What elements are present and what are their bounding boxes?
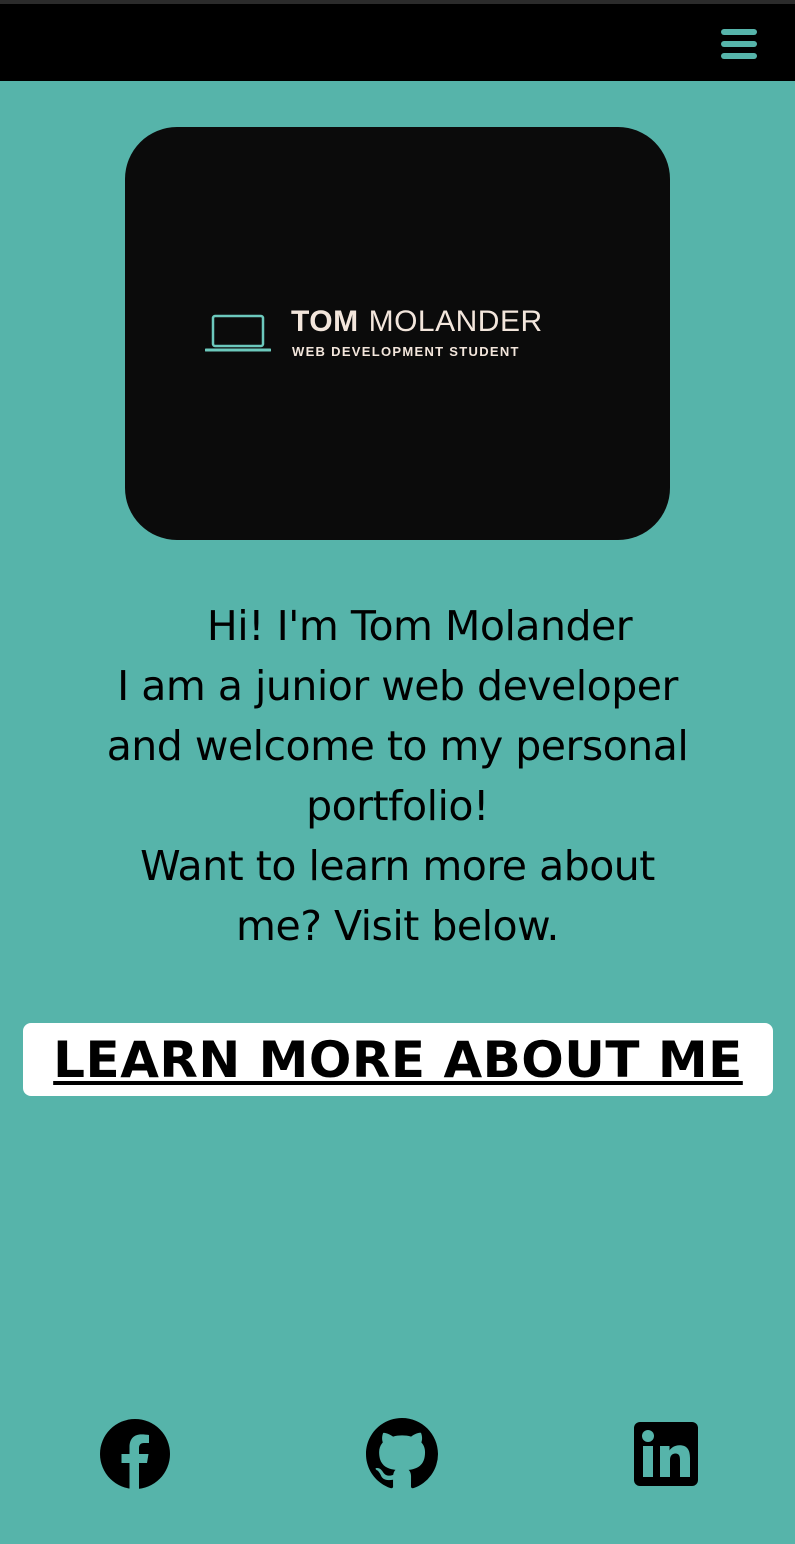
intro-line-3: and welcome to my personal — [106, 722, 689, 770]
facebook-icon — [100, 1419, 170, 1489]
facebook-link[interactable] — [99, 1418, 171, 1490]
intro-greeting: Hi! I'm Tom Molander — [206, 602, 633, 650]
learn-more-label: LEARN MORE ABOUT ME — [53, 1030, 743, 1089]
logo-subtitle: WEB DEVELOPMENT STUDENT — [292, 344, 520, 359]
logo-last-name: MOLANDER — [368, 305, 543, 338]
intro-line-6: me? Visit below. — [236, 902, 559, 950]
laptop-icon — [205, 314, 271, 352]
navbar — [0, 4, 795, 81]
hamburger-menu-icon[interactable] — [716, 23, 762, 65]
intro-line-2: I am a junior web developer — [117, 662, 678, 710]
learn-more-button[interactable]: LEARN MORE ABOUT ME — [23, 1023, 773, 1096]
github-link[interactable] — [366, 1418, 438, 1490]
intro-line-4: portfolio! — [306, 782, 489, 830]
linkedin-icon — [634, 1422, 698, 1486]
github-icon — [366, 1418, 438, 1489]
logo-first-name: TOM — [291, 305, 359, 338]
intro-line-5: Want to learn more about — [140, 842, 655, 890]
logo-card: TOM MOLANDER WEB DEVELOPMENT STUDENT — [125, 127, 670, 540]
linkedin-link[interactable] — [630, 1418, 702, 1490]
intro-text: Hi! I'm Tom Molander I am a junior web d… — [0, 596, 795, 956]
logo-name: TOM MOLANDER — [291, 305, 543, 339]
